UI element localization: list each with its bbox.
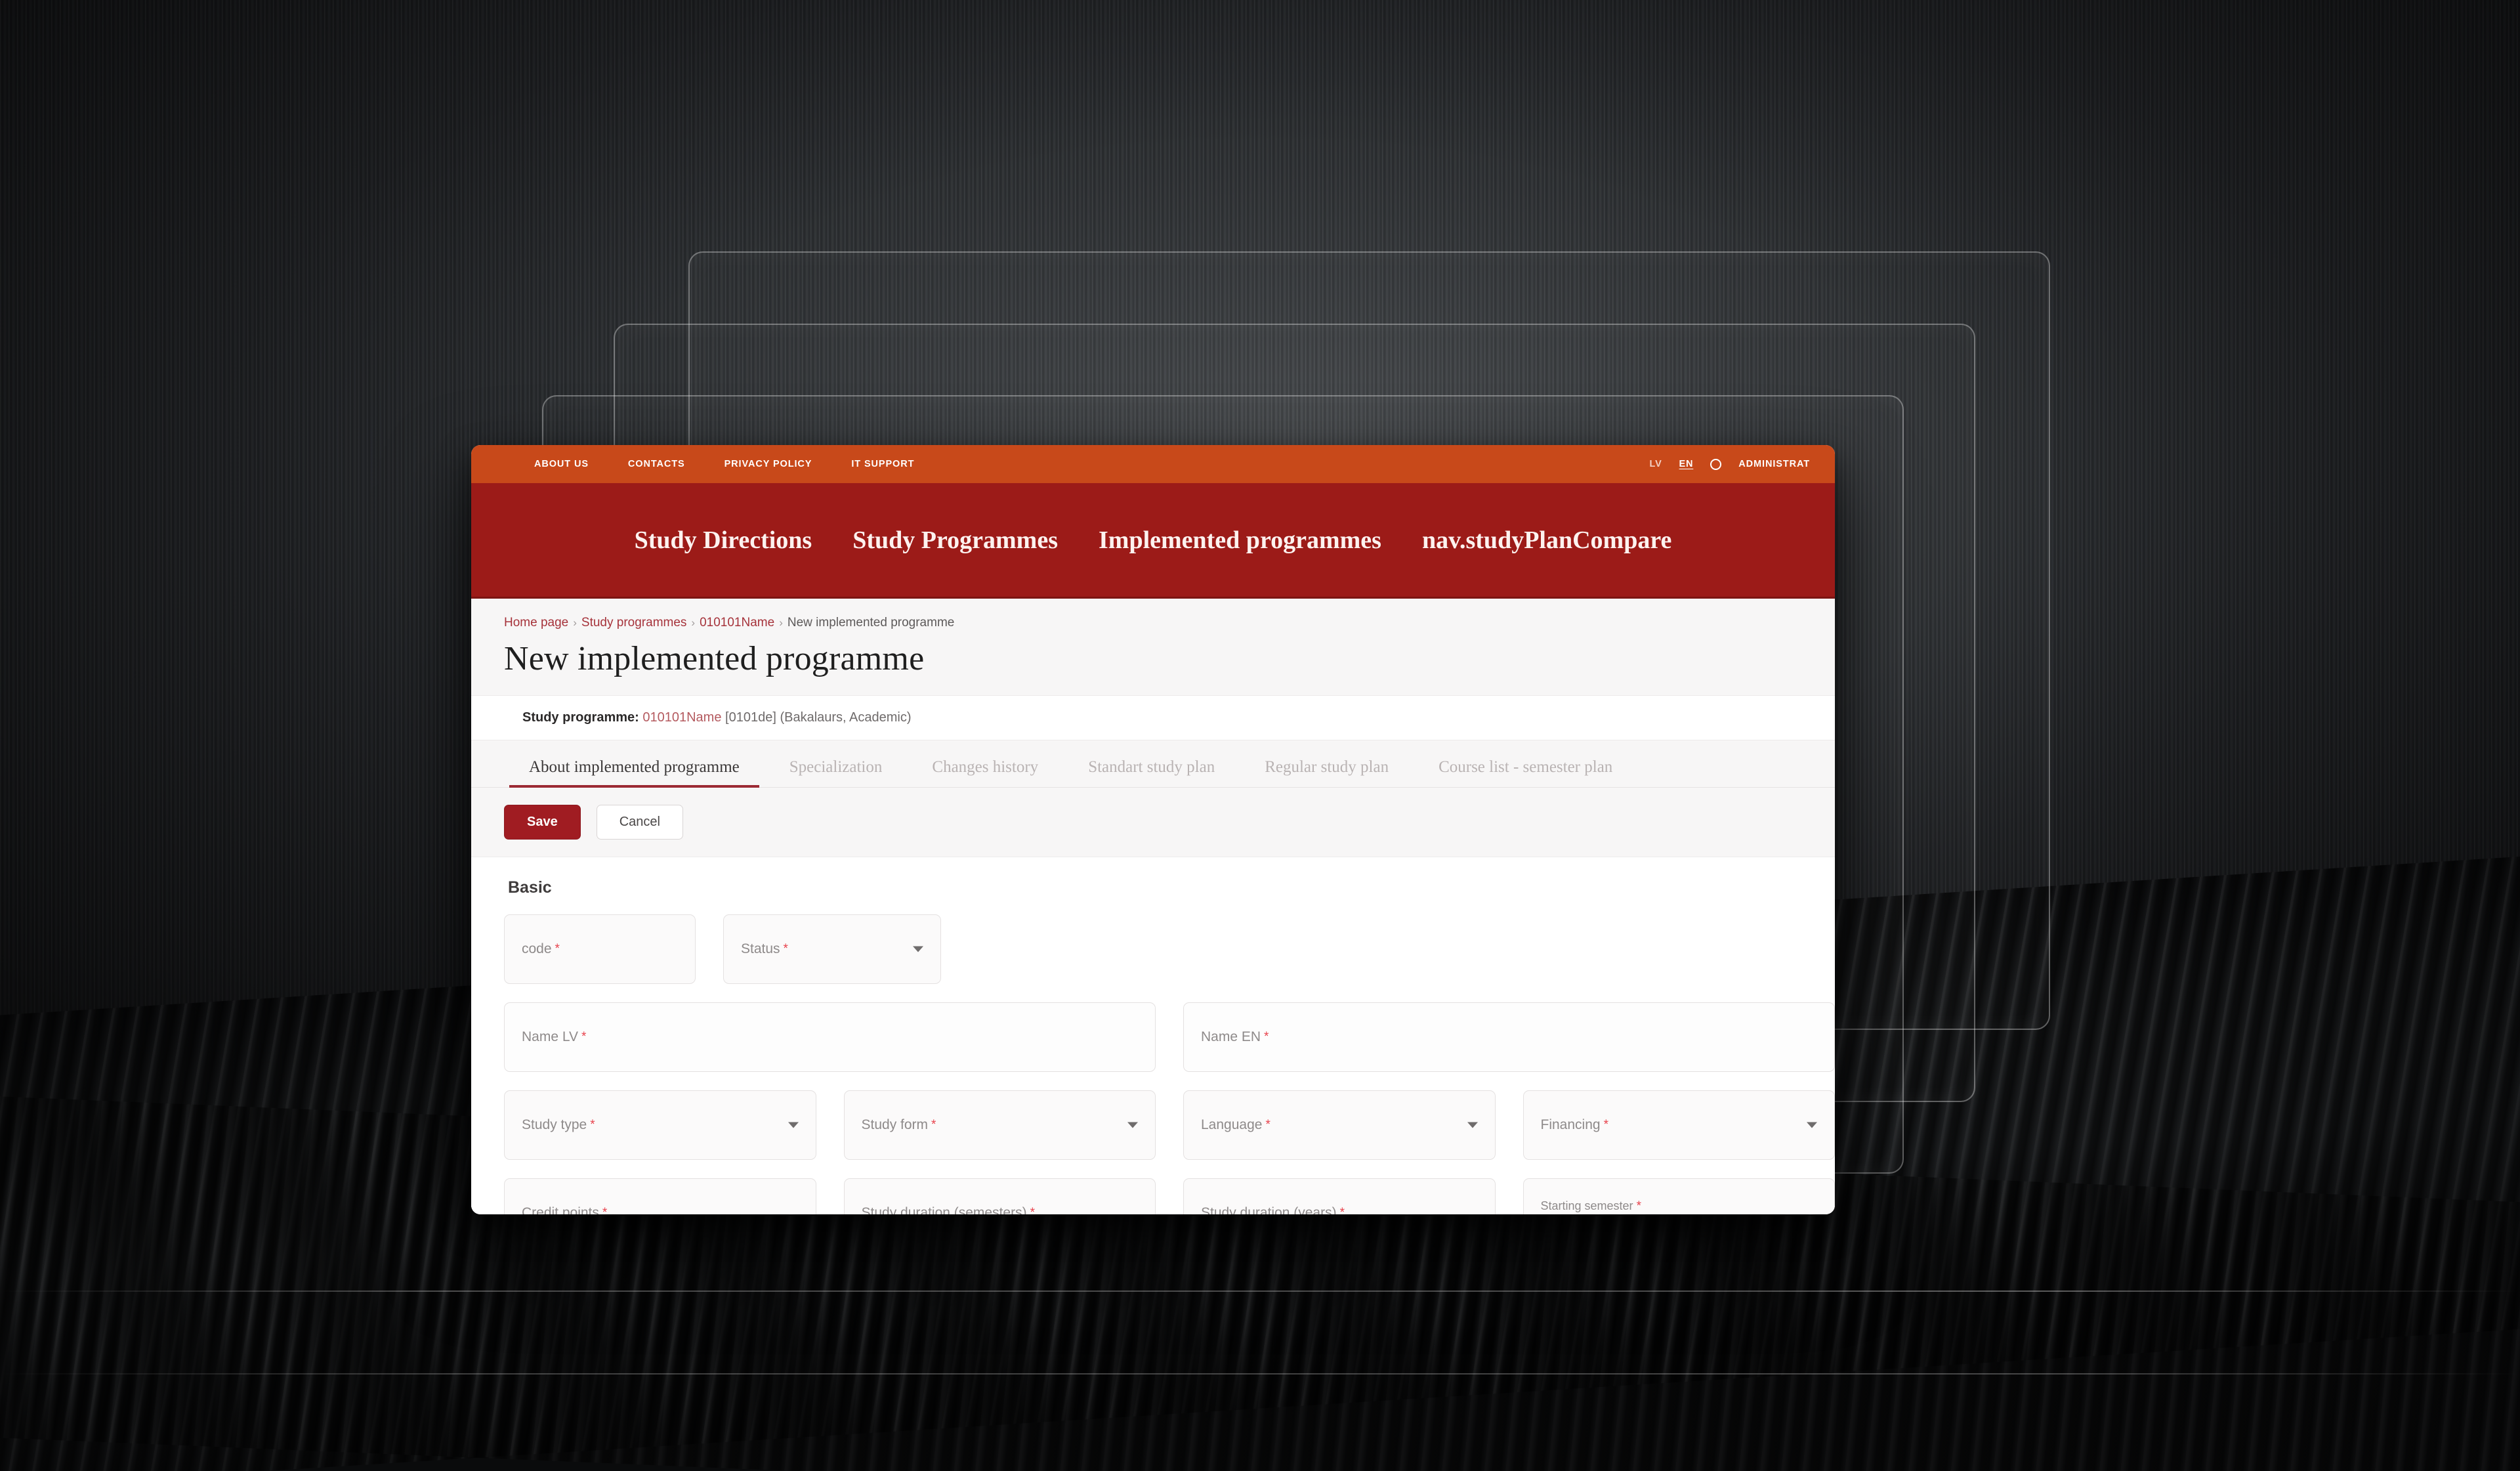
language-select[interactable]: Language* <box>1183 1090 1496 1160</box>
tab-bar: About implemented programme Specializati… <box>471 740 1835 788</box>
starting-semester-label: Starting semester <box>1541 1199 1633 1212</box>
credit-points-required-marker: * <box>602 1206 607 1214</box>
utility-link-privacy-policy[interactable]: PRIVACY POLICY <box>724 459 812 469</box>
user-circle-icon[interactable] <box>1710 459 1721 470</box>
floor-seam-line-1 <box>0 1290 2520 1292</box>
admin-user-label[interactable]: ADMINISTRAT <box>1738 459 1810 469</box>
language-switch-en[interactable]: EN <box>1679 459 1694 469</box>
tab-course-list-semester-plan[interactable]: Course list - semester plan <box>1414 758 1637 787</box>
main-navigation: Study Directions Study Programmes Implem… <box>471 483 1835 599</box>
duration-years-required-marker: * <box>1340 1206 1345 1214</box>
duration-semesters-required-marker: * <box>1030 1206 1035 1214</box>
section-title-basic: Basic <box>508 878 1835 897</box>
breadcrumb-separator-1: › <box>573 616 577 629</box>
status-required-marker: * <box>784 942 788 956</box>
study-duration-semesters-label: Study duration (semesters) <box>862 1205 1027 1214</box>
tab-regular-study-plan[interactable]: Regular study plan <box>1240 758 1414 787</box>
breadcrumb-separator-3: › <box>779 616 783 629</box>
status-select[interactable]: Status * <box>723 914 941 984</box>
starting-semester-input[interactable]: Starting semester* 1 <box>1523 1178 1836 1214</box>
nav-item-study-plan-compare[interactable]: nav.studyPlanCompare <box>1422 526 1671 555</box>
breadcrumb-home[interactable]: Home page <box>504 616 568 629</box>
starting-semester-label-wrap: Starting semester * <box>1541 1199 1641 1214</box>
financing-select-label: Financing <box>1541 1117 1601 1133</box>
code-input-label: code <box>522 941 552 957</box>
tab-specialization[interactable]: Specialization <box>765 758 908 787</box>
form-row-1: code* Status* <box>504 914 1835 984</box>
study-form-select[interactable]: Study form* <box>844 1090 1156 1160</box>
utility-bar-links: ABOUT US CONTACTS PRIVACY POLICY IT SUPP… <box>534 459 914 469</box>
utility-bar: ABOUT US CONTACTS PRIVACY POLICY IT SUPP… <box>471 445 1835 483</box>
financing-required-marker: * <box>1604 1118 1608 1132</box>
study-form-required-marker: * <box>931 1118 936 1132</box>
nav-item-implemented-programmes[interactable]: Implemented programmes <box>1099 526 1381 555</box>
application-window: ABOUT US CONTACTS PRIVACY POLICY IT SUPP… <box>471 445 1835 1214</box>
utility-link-it-support[interactable]: IT SUPPORT <box>851 459 914 469</box>
form-basic: Basic code* Status* Name LV* Name EN* <box>471 857 1835 1214</box>
name-en-required-marker: * <box>1264 1030 1269 1044</box>
tab-standart-study-plan[interactable]: Standart study plan <box>1063 758 1240 787</box>
study-duration-semesters-input[interactable]: Study duration (semesters)* <box>844 1178 1156 1214</box>
utility-bar-account: LV EN ADMINISTRAT <box>1649 459 1813 470</box>
programme-info-detail: (Bakalaurs, Academic) <box>780 710 911 725</box>
study-type-select-label: Study type <box>522 1117 587 1133</box>
name-lv-input-label: Name LV <box>522 1029 578 1045</box>
code-input[interactable]: code* <box>504 914 696 984</box>
programme-info-code[interactable]: 010101Name <box>642 710 721 725</box>
breadcrumb-programme-code[interactable]: 010101Name <box>700 616 774 629</box>
nav-item-study-programmes[interactable]: Study Programmes <box>852 526 1058 555</box>
breadcrumb-study-programmes[interactable]: Study programmes <box>581 616 687 629</box>
language-required-marker: * <box>1265 1118 1270 1132</box>
action-bar: Save Cancel <box>471 788 1835 857</box>
breadcrumb-separator-2: › <box>691 616 695 629</box>
utility-link-contacts[interactable]: CONTACTS <box>628 459 685 469</box>
name-en-input[interactable]: Name EN* <box>1183 1002 1835 1072</box>
code-required-marker: * <box>555 942 560 956</box>
language-switch-lv[interactable]: LV <box>1649 459 1662 469</box>
study-duration-years-label: Study duration (years) <box>1201 1205 1337 1214</box>
tab-changes-history[interactable]: Changes history <box>907 758 1063 787</box>
nav-item-study-directions[interactable]: Study Directions <box>635 526 812 555</box>
save-button[interactable]: Save <box>504 805 581 840</box>
breadcrumb: Home page › Study programmes › 010101Name › Ne… <box>471 599 1835 630</box>
tab-about-implemented-programme[interactable]: About implemented programme <box>504 758 765 787</box>
utility-link-about-us[interactable]: ABOUT US <box>534 459 589 469</box>
study-duration-years-input[interactable]: Study duration (years)* <box>1183 1178 1496 1214</box>
form-row-3: Study type* Study form* Language* Financ… <box>504 1090 1835 1160</box>
programme-info-bracket: [0101de] <box>725 710 776 725</box>
form-row-2: Name LV* Name EN* <box>504 1002 1835 1072</box>
study-type-required-marker: * <box>590 1118 595 1132</box>
programme-info-label: Study programme: <box>522 710 639 725</box>
study-form-select-label: Study form <box>862 1117 929 1133</box>
name-en-input-label: Name EN <box>1201 1029 1261 1045</box>
page-body: Home page › Study programmes › 010101Name › Ne… <box>471 599 1835 1214</box>
chevron-down-icon[interactable] <box>1467 1122 1478 1128</box>
financing-select[interactable]: Financing* <box>1523 1090 1836 1160</box>
form-row-4: Credit points* Study duration (semesters… <box>504 1178 1835 1214</box>
credit-points-input-label: Credit points <box>522 1205 599 1214</box>
chevron-down-icon[interactable] <box>1127 1122 1138 1128</box>
credit-points-input[interactable]: Credit points* <box>504 1178 816 1214</box>
cancel-button[interactable]: Cancel <box>597 805 683 840</box>
study-type-select[interactable]: Study type* <box>504 1090 816 1160</box>
chevron-down-icon[interactable] <box>1807 1122 1817 1128</box>
chevron-down-icon[interactable] <box>913 947 923 952</box>
status-select-label: Status <box>741 941 780 957</box>
language-select-label: Language <box>1201 1117 1262 1133</box>
name-lv-input[interactable]: Name LV* <box>504 1002 1156 1072</box>
programme-info-bar: Study programme: 010101Name [0101de] (Ba… <box>471 695 1835 740</box>
floor-seam-line-2 <box>0 1373 2520 1375</box>
name-lv-required-marker: * <box>581 1030 586 1044</box>
chevron-down-icon[interactable] <box>788 1122 799 1128</box>
starting-semester-required-marker: * <box>1637 1199 1641 1213</box>
page-title: New implemented programme <box>504 639 1835 678</box>
breadcrumb-current: New implemented programme <box>788 616 955 629</box>
